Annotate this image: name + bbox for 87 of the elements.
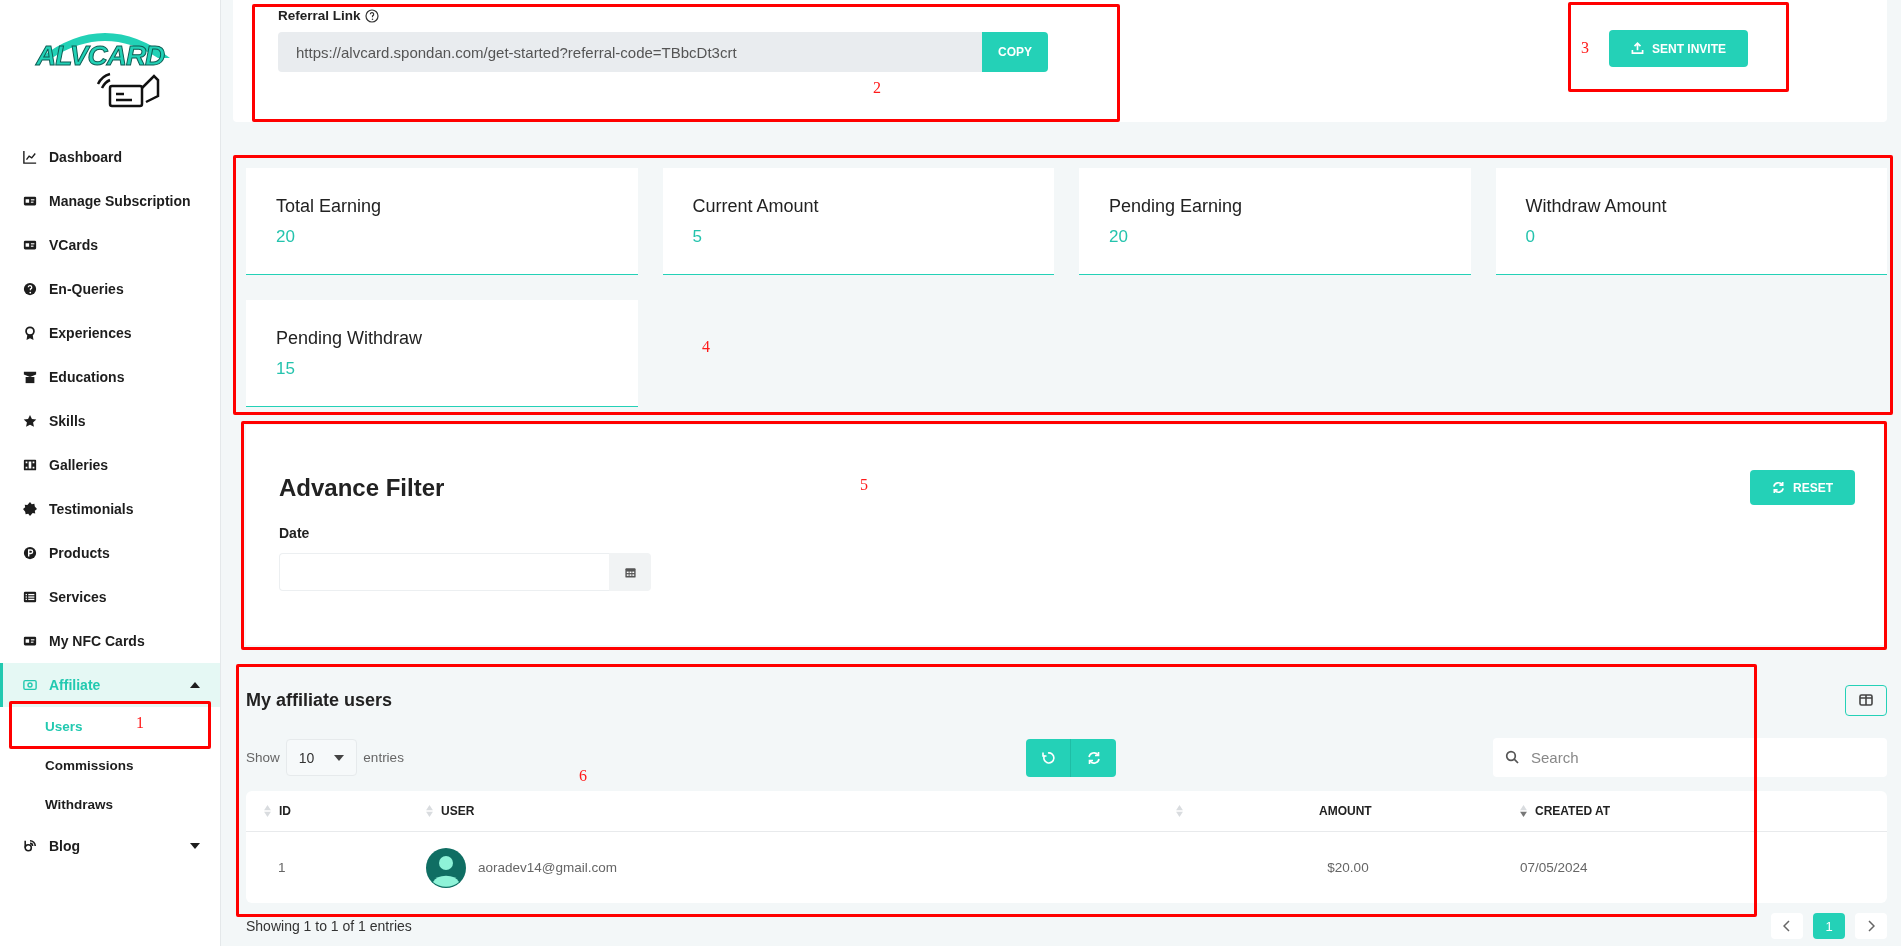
- entries-label: entries: [363, 750, 404, 765]
- caret-down-icon: [190, 843, 200, 849]
- sidebar-item[interactable]: En-Queries: [0, 267, 220, 311]
- sort-icon: [1520, 805, 1527, 817]
- graduate-icon: [23, 370, 37, 384]
- undo-icon: [1041, 750, 1055, 765]
- chevron-right-icon: [1867, 920, 1875, 932]
- search-icon: [1505, 750, 1519, 764]
- stat-value: 20: [276, 227, 296, 247]
- caret-up-icon: [190, 682, 200, 688]
- filter-title: Advance Filter: [279, 473, 445, 502]
- stat-value: 0: [1525, 227, 1536, 247]
- next-page-button[interactable]: [1855, 913, 1887, 939]
- sidebar-item[interactable]: Blog: [0, 824, 220, 868]
- columns-icon: [1859, 694, 1873, 706]
- seal-icon: [23, 502, 37, 516]
- caret-down-icon: [334, 754, 345, 761]
- annotation-label: 4: [702, 338, 710, 356]
- id-card-icon: [23, 634, 37, 648]
- sidebar-subitem[interactable]: Commissions: [45, 746, 134, 785]
- table-cell-text: $20.00: [1326, 860, 1370, 875]
- table-cell-text: 1: [277, 860, 287, 875]
- column-header[interactable]: USER: [426, 804, 1176, 818]
- refresh-icon: [1086, 750, 1101, 765]
- reset-sort-button[interactable]: [1026, 738, 1071, 777]
- table-cell-text: 07/05/2024: [1520, 860, 1589, 875]
- annotation-label: 3: [1581, 39, 1589, 57]
- sort-icon: [264, 805, 271, 817]
- annotation-label: 5: [860, 476, 868, 494]
- film-icon: [23, 458, 37, 472]
- sidebar-item[interactable]: Dashboard: [0, 135, 220, 179]
- card-icon: [23, 194, 37, 208]
- previous-page-button[interactable]: [1771, 913, 1803, 939]
- avatar-icon: [426, 847, 466, 888]
- referral-label: Referral Link: [278, 8, 361, 23]
- stat-label: Current Amount: [692, 196, 820, 217]
- chart-icon: [23, 150, 37, 164]
- columns-button[interactable]: [1845, 684, 1887, 716]
- refresh-icon: [1772, 481, 1785, 494]
- sort-icon: [1176, 805, 1183, 817]
- money-icon: [23, 678, 37, 692]
- stat-label: Total Earning: [276, 196, 383, 217]
- stat-label: Withdraw Amount: [1525, 196, 1668, 217]
- sidebar-item[interactable]: Skills: [0, 399, 220, 443]
- blog-icon: [23, 839, 37, 853]
- sidebar-item[interactable]: My NFC Cards: [0, 619, 220, 663]
- sidebar-item[interactable]: VCards: [0, 223, 220, 267]
- column-header[interactable]: CREATED AT: [1520, 804, 1887, 818]
- sidebar-item[interactable]: Testimonials: [0, 487, 220, 531]
- stat-value: 15: [276, 359, 296, 379]
- stat-label: Pending Earning: [1109, 196, 1244, 217]
- annotation-label: 1: [136, 714, 144, 732]
- column-header[interactable]: ID: [246, 804, 426, 818]
- column-header[interactable]: AMOUNT: [1176, 804, 1520, 818]
- annotation-label: 6: [579, 767, 587, 785]
- calendar-button[interactable]: [609, 553, 651, 591]
- list-icon: [23, 590, 37, 604]
- sidebar-item[interactable]: Manage Subscription: [0, 179, 220, 223]
- question-icon: [23, 282, 37, 296]
- chevron-left-icon: [1783, 920, 1791, 932]
- annotation-label: 2: [873, 79, 881, 97]
- stat-value: 20: [1109, 227, 1129, 247]
- date-label: Date: [279, 525, 311, 541]
- table-cell: aoradev14@gmail.com: [478, 860, 618, 875]
- sidebar-item[interactable]: Services: [0, 575, 220, 619]
- stat-label: Pending Withdraw: [276, 328, 424, 349]
- sidebar-item[interactable]: Educations: [0, 355, 220, 399]
- reload-button[interactable]: [1071, 738, 1116, 777]
- sort-icon: [426, 805, 433, 817]
- page-size-select[interactable]: 10: [285, 739, 358, 776]
- star-icon: [23, 414, 37, 428]
- sidebar-item[interactable]: Products: [0, 531, 220, 575]
- search-field[interactable]: Search: [1493, 738, 1887, 777]
- sidebar-subitem[interactable]: Withdraws: [45, 785, 114, 824]
- award-icon: [23, 326, 37, 340]
- sidebar-item[interactable]: Experiences: [0, 311, 220, 355]
- help-icon: [364, 8, 379, 23]
- id-card-icon: [23, 238, 37, 252]
- table-info: Showing 1 to 1 of 1 entries: [246, 918, 412, 934]
- referral-link-field[interactable]: https://alvcard.spondan.com/get-started?referral-code=TBbcDt3crt: [278, 32, 982, 72]
- stat-value: 5: [692, 227, 703, 247]
- sidebar-item[interactable]: Galleries: [0, 443, 220, 487]
- show-label: Show: [246, 750, 280, 765]
- upload-icon: [1631, 42, 1644, 55]
- p-circle-icon: [23, 546, 37, 560]
- calendar-icon: [623, 565, 637, 579]
- table-title: My affiliate users: [246, 689, 393, 711]
